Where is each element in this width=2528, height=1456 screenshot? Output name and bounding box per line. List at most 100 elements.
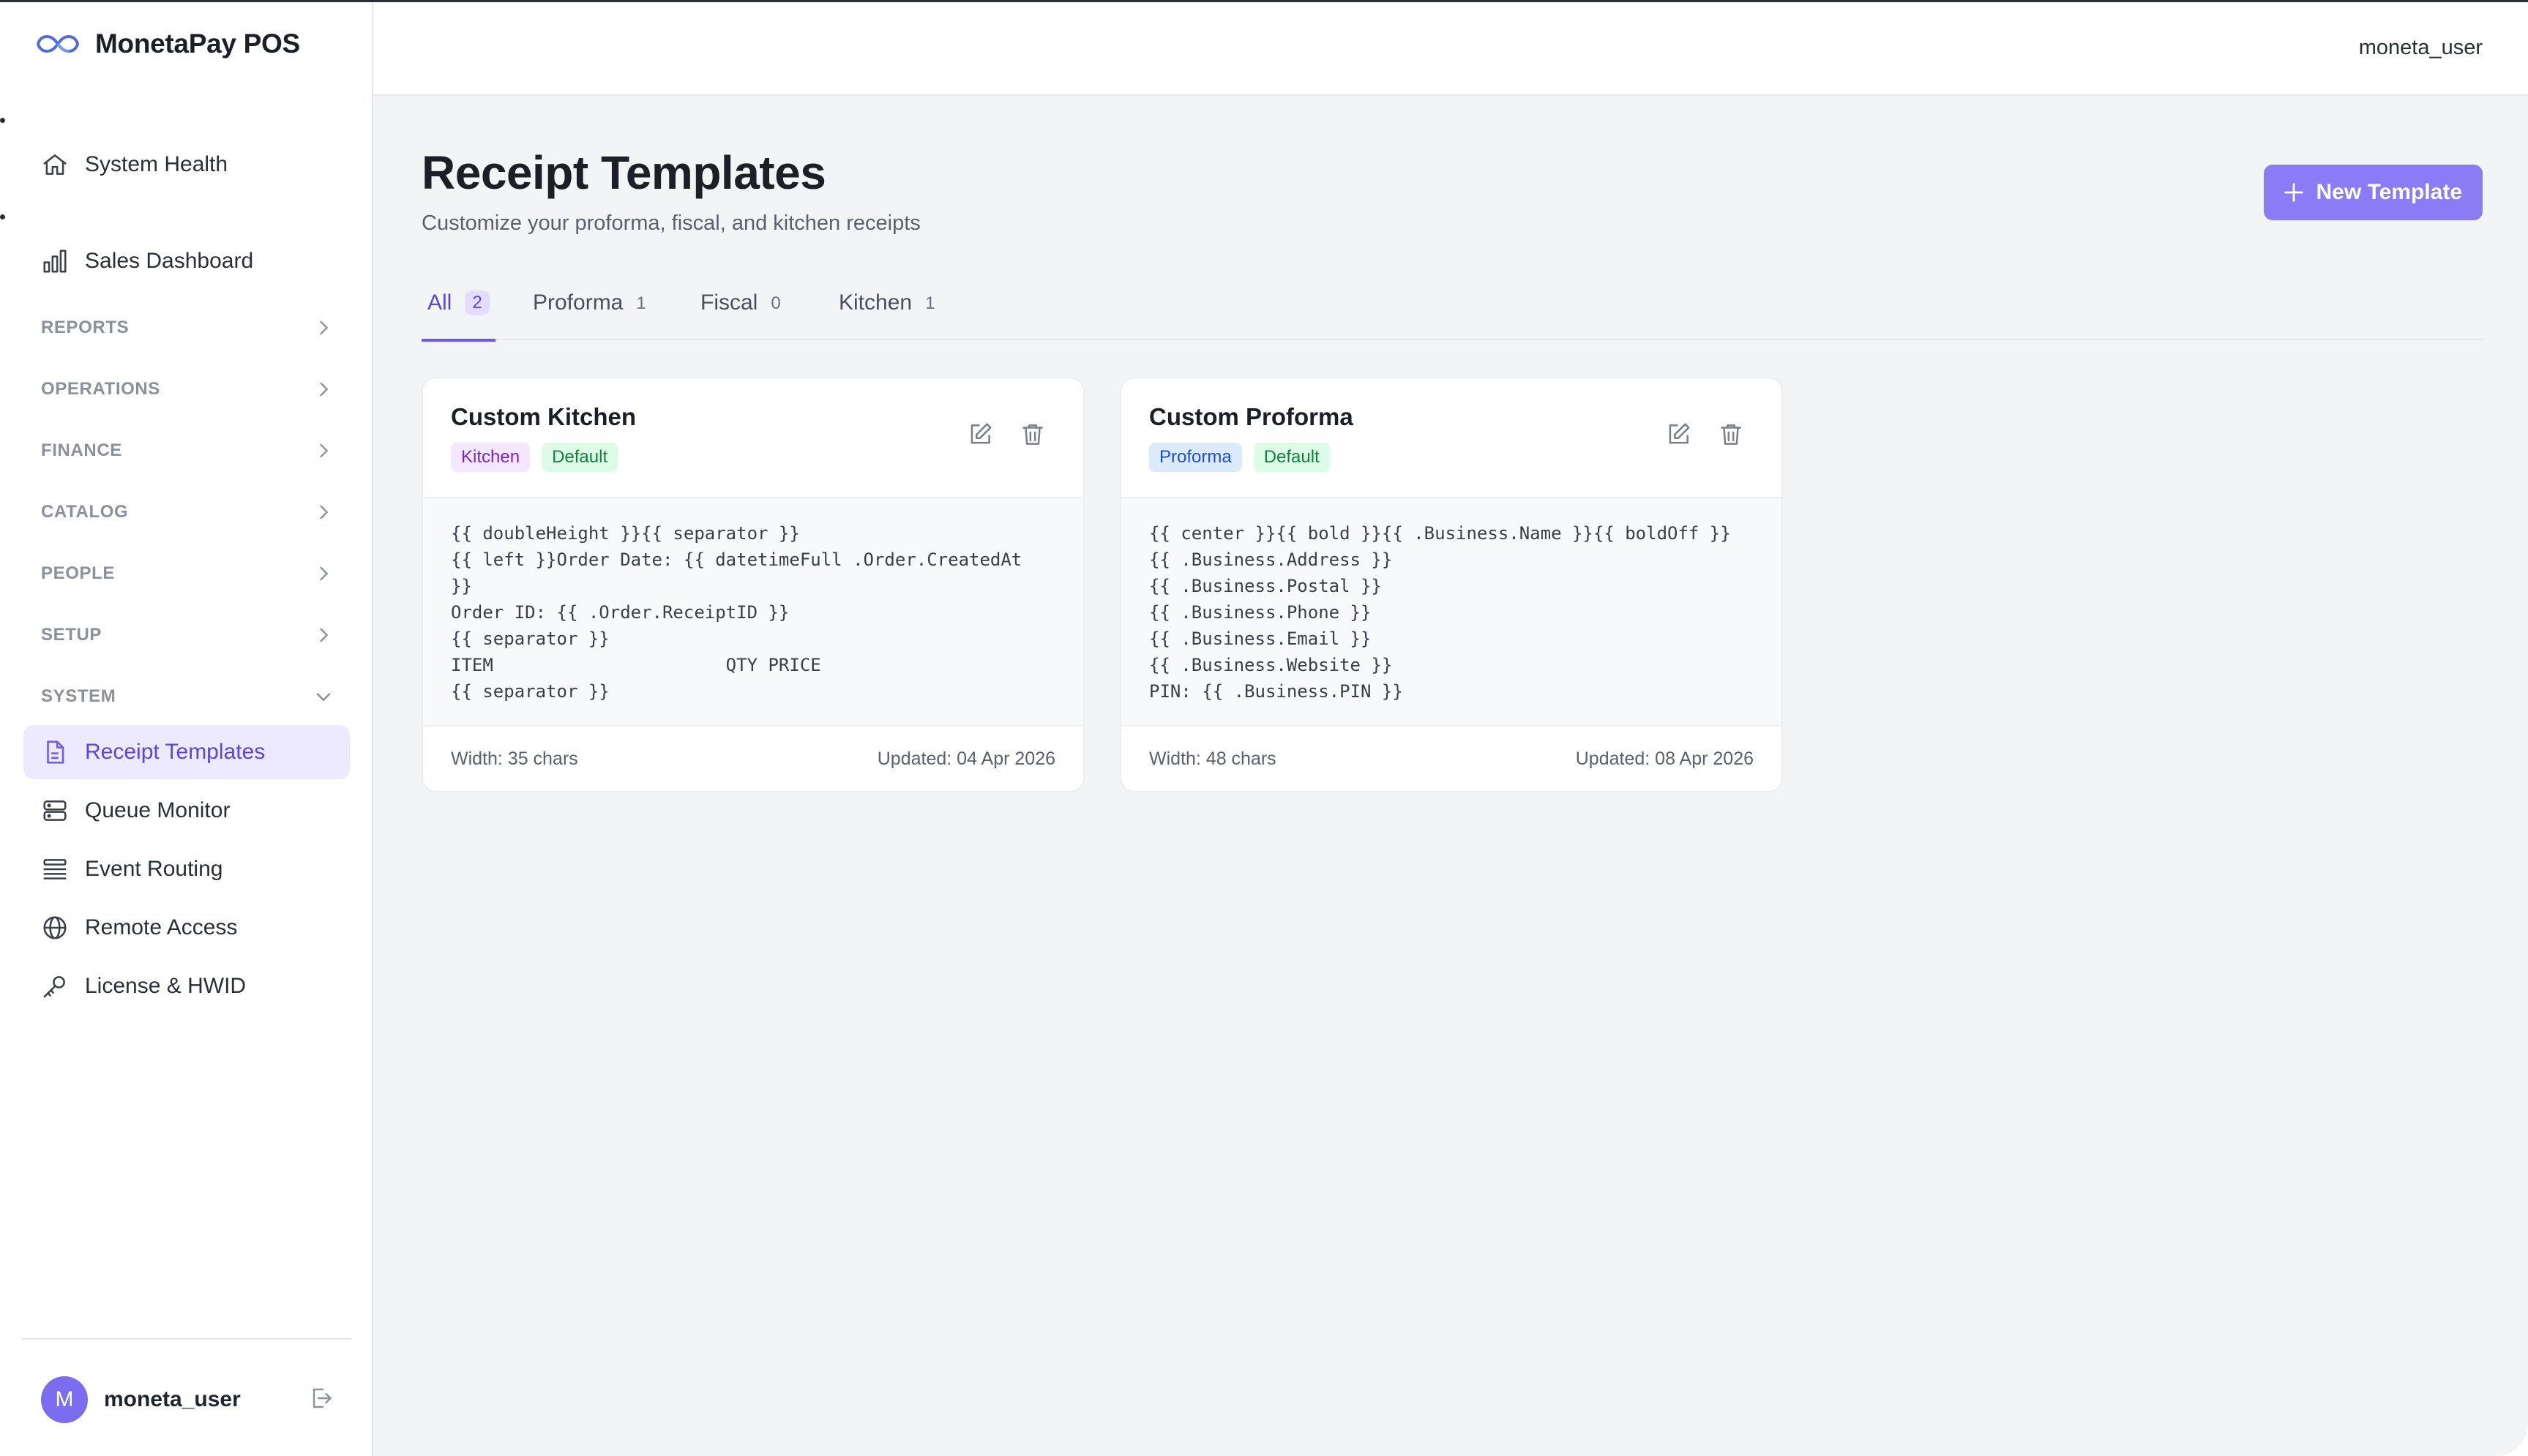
card-header: Custom Proforma Proforma Default [1121,378,1781,498]
sidebar-group-catalog[interactable]: CATALOG [41,495,334,530]
key-icon [41,972,69,1000]
sidebar-item-system-health[interactable]: System Health [23,138,350,192]
server-icon [41,797,69,825]
sidebar-item-label: Queue Monitor [85,798,231,822]
sidebar-group-reports[interactable]: REPORTS [41,310,334,345]
tab-count: 1 [636,293,646,313]
avatar[interactable]: M [41,1376,88,1423]
sidebar-item-label: Sales Dashboard [85,249,254,273]
card-title: Custom Kitchen [451,403,637,430]
page-subtitle: Customize your proforma, fiscal, and kit… [422,211,921,235]
chevron-right-icon [320,443,329,458]
sidebar-item-label: System Health [85,152,228,176]
sidebar-group-system[interactable]: SYSTEM [41,679,334,714]
chevron-right-icon [320,505,329,519]
sidebar-user: M moneta_user [41,1376,334,1423]
user-menu[interactable]: moneta_user [2359,36,2483,60]
sidebar-item-remote-access[interactable]: Remote Access [23,901,350,955]
group-label: PEOPLE [41,563,115,583]
logout-button[interactable] [307,1385,334,1415]
tab-kitchen[interactable]: Kitchen 1 [839,283,935,340]
edit-icon[interactable] [966,421,994,449]
tab-count: 1 [925,293,935,313]
sidebar-username: moneta_user [104,1387,241,1411]
page-title: Receipt Templates [422,146,826,199]
globe-icon [41,914,69,942]
template-code-preview: {{ doubleHeight }}{{ separator }} {{ lef… [423,498,1083,727]
sidebar-item-queue-monitor[interactable]: Queue Monitor [23,784,350,838]
card-footer: Width: 48 chars Updated: 08 Apr 2026 [1121,725,1781,791]
tab-all[interactable]: All 2 [422,283,495,342]
card-title: Custom Proforma [1149,403,1353,430]
sidebar-item-label: Remote Access [85,915,238,939]
home-icon [41,151,69,179]
group-label: SYSTEM [41,686,116,706]
file-icon [41,738,69,766]
chevron-right-icon [320,382,329,397]
sidebar-item-receipt-templates[interactable]: Receipt Templates [23,725,350,779]
sidebar-group-operations[interactable]: OPERATIONS [41,372,334,407]
window-marker [0,214,5,219]
template-card[interactable]: Custom Proforma Proforma Default {{ cent… [1120,377,1783,792]
app-window: MonetaPay POS System Health Sales Dashbo… [0,0,2528,1456]
template-width: Width: 35 chars [451,748,578,769]
trash-icon[interactable] [1019,421,1047,449]
card-footer: Width: 35 chars Updated: 04 Apr 2026 [423,725,1083,791]
brand[interactable]: MonetaPay POS [35,29,300,59]
group-label: OPERATIONS [41,379,160,399]
new-template-button[interactable]: New Template [2263,165,2483,220]
card-header: Custom Kitchen Kitchen Default [423,378,1083,498]
tab-label: Fiscal [700,290,758,315]
sidebar: MonetaPay POS System Health Sales Dashbo… [0,2,373,1456]
chevron-down-icon [316,693,331,702]
tab-count: 0 [771,293,781,313]
sidebar-group-setup[interactable]: SETUP [41,618,334,653]
default-badge: Default [542,443,618,472]
chevron-right-icon [320,320,329,335]
layers-icon [41,855,69,883]
template-code-preview: {{ center }}{{ bold }}{{ .Business.Name … [1121,498,1781,727]
template-width: Width: 48 chars [1149,748,1276,769]
logout-icon [313,1388,332,1408]
top-bar: moneta_user [373,2,2528,96]
sidebar-group-finance[interactable]: FINANCE [41,433,334,468]
template-tabs: All 2 Proforma 1 Fiscal 0 Kitchen 1 [422,283,2483,342]
tab-label: All [427,290,452,315]
trash-icon[interactable] [1717,421,1745,449]
card-actions [1664,421,1745,449]
tab-label: Kitchen [839,290,913,315]
tab-label: Proforma [533,290,624,315]
plus-icon [2284,183,2303,202]
bar-chart-icon [41,247,69,275]
new-template-label: New Template [2316,180,2463,204]
default-badge: Default [1253,443,1330,472]
tab-count: 2 [465,290,490,315]
group-label: REPORTS [41,318,130,337]
sidebar-item-event-routing[interactable]: Event Routing [23,842,350,896]
group-label: FINANCE [41,440,122,460]
tab-fiscal[interactable]: Fiscal 0 [700,283,781,340]
window-marker [0,118,5,123]
sidebar-item-label: Receipt Templates [85,740,266,764]
type-badge: Kitchen [451,443,531,472]
template-card[interactable]: Custom Kitchen Kitchen Default {{ double… [422,377,1085,792]
edit-icon[interactable] [1664,421,1692,449]
infinity-logo-icon [36,34,80,53]
type-badge: Proforma [1149,443,1242,472]
tab-proforma[interactable]: Proforma 1 [533,283,646,340]
sidebar-item-sales-dashboard[interactable]: Sales Dashboard [23,234,350,288]
sidebar-item-label: Event Routing [85,857,223,881]
group-label: CATALOG [41,502,129,522]
sidebar-divider [22,1338,351,1340]
chevron-right-icon [320,628,329,642]
app-name: MonetaPay POS [95,29,300,59]
sidebar-group-people[interactable]: PEOPLE [41,556,334,591]
template-updated: Updated: 08 Apr 2026 [1575,748,1754,769]
chevron-right-icon [320,566,329,581]
sidebar-item-license-hwid[interactable]: License & HWID [23,959,350,1013]
sidebar-item-label: License & HWID [85,974,247,998]
card-actions [966,421,1047,449]
template-updated: Updated: 04 Apr 2026 [877,748,1055,769]
group-label: SETUP [41,625,102,645]
card-badges: Kitchen Default [451,443,618,472]
